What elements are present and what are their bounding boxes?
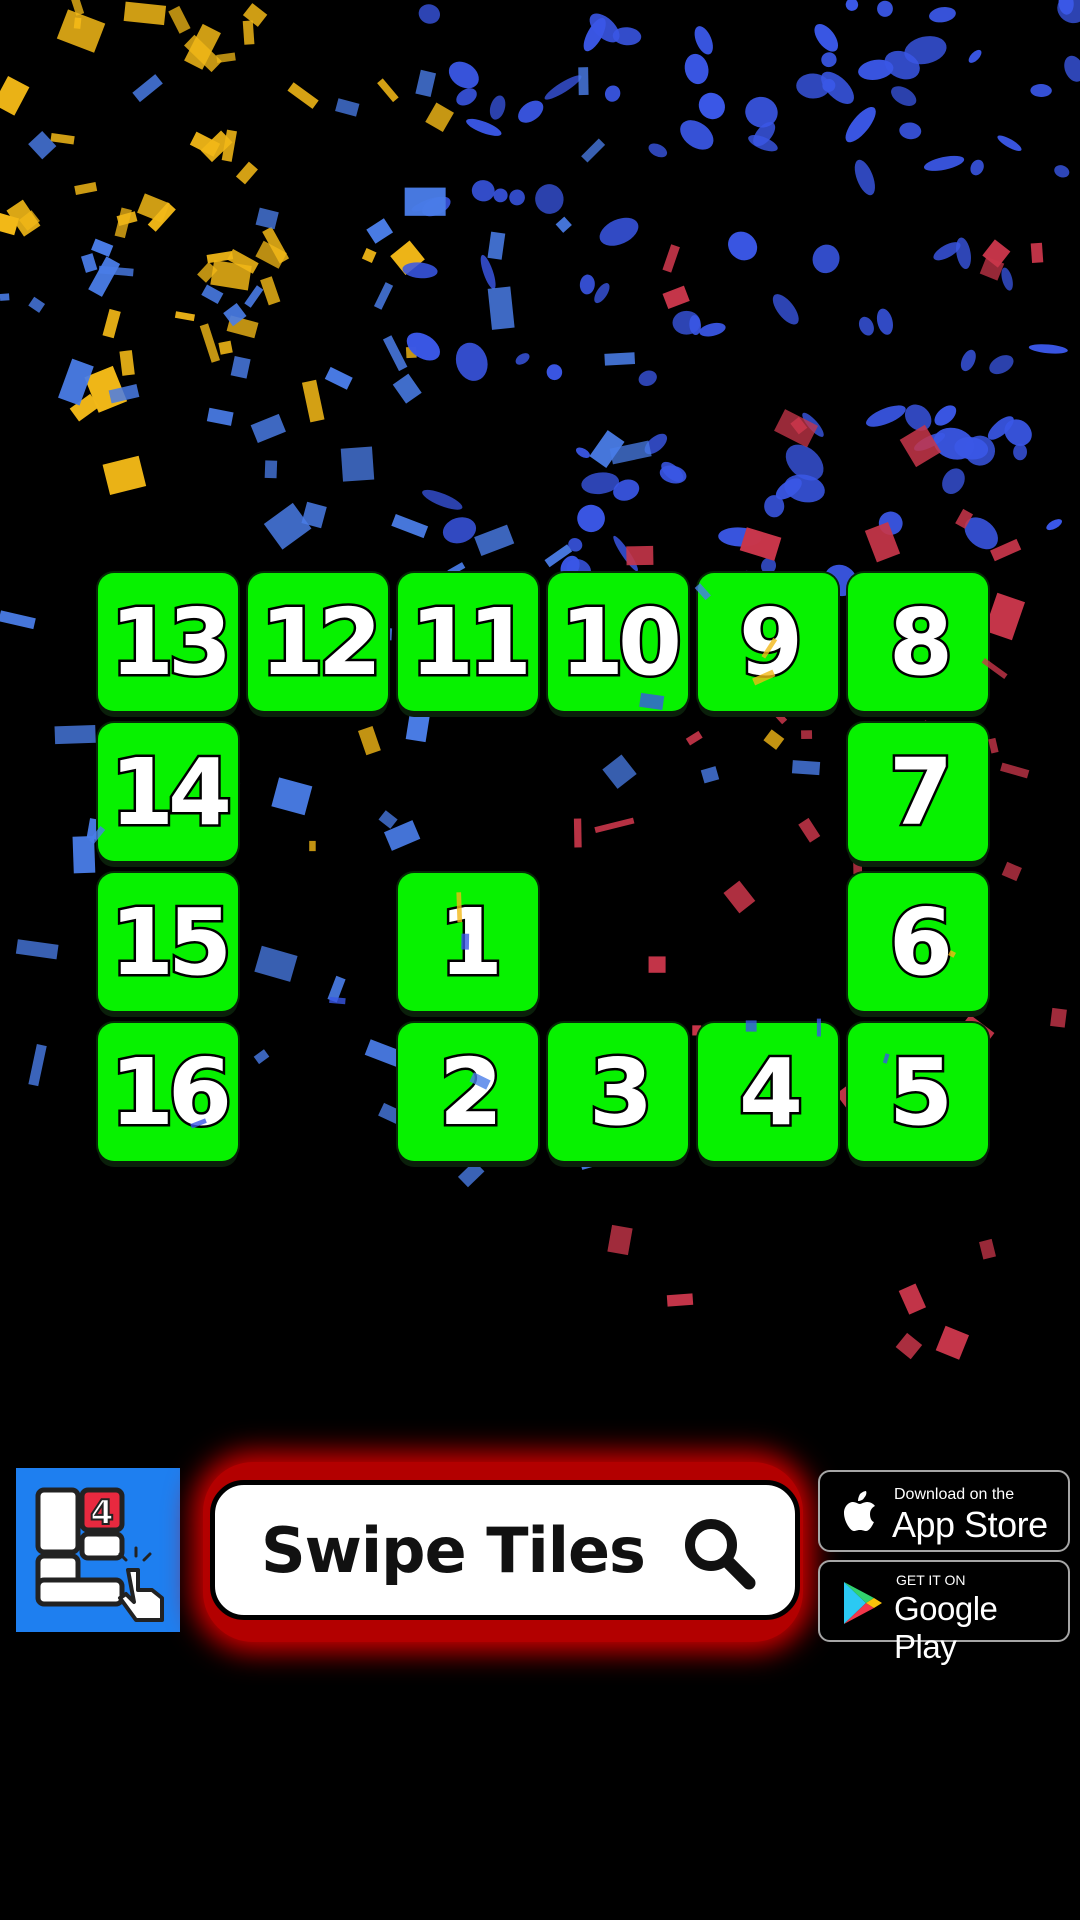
google-play-small-text: GET IT ON	[896, 1572, 966, 1588]
app-icon-badge: 4	[90, 1493, 114, 1533]
app-store-badge[interactable]: Download on the App Store	[818, 1470, 1070, 1552]
tile-8[interactable]: 8	[848, 573, 988, 711]
tile-number: 16	[107, 1039, 234, 1146]
tile-14[interactable]: 14	[98, 723, 238, 861]
tile-number: 15	[107, 889, 234, 996]
google-play-big-text: Google Play	[894, 1590, 998, 1665]
tile-13[interactable]: 13	[98, 573, 238, 711]
tile-9[interactable]: 9	[698, 573, 838, 711]
tile-15[interactable]: 15	[98, 873, 238, 1011]
tile-1[interactable]: 1	[398, 873, 538, 1011]
tile-number: 14	[107, 739, 234, 846]
tile-number: 9	[736, 589, 805, 696]
tile-11[interactable]: 11	[398, 573, 538, 711]
tile-7[interactable]: 7	[848, 723, 988, 861]
app-store-small-text: Download on the	[894, 1486, 1015, 1503]
tile-2[interactable]: 2	[398, 1023, 538, 1161]
tile-number: 3	[586, 1039, 655, 1146]
tile-6[interactable]: 6	[848, 873, 988, 1011]
google-play-badge[interactable]: GET IT ON Google Play	[818, 1560, 1070, 1665]
tile-number: 12	[257, 589, 384, 696]
tile-number: 13	[107, 589, 234, 696]
tile-10[interactable]: 10	[548, 573, 688, 711]
tile-12[interactable]: 12	[248, 573, 388, 711]
search-icon	[685, 1519, 756, 1590]
tile-3[interactable]: 3	[548, 1023, 688, 1161]
tile-number: 1	[436, 889, 505, 996]
tile-number: 4	[736, 1039, 805, 1146]
tile-number: 11	[407, 589, 534, 696]
tile-number: 5	[886, 1039, 955, 1146]
search-button[interactable]: Swipe Tiles	[210, 1480, 800, 1620]
tile-number: 6	[886, 889, 955, 996]
tile-4[interactable]: 4	[698, 1023, 838, 1161]
promo-bar: 4 Swipe Tiles Download on the App Store …	[0, 1462, 1080, 1665]
grid-app-icon: 4	[35, 1487, 164, 1622]
tile-number: 2	[436, 1039, 505, 1146]
tile-5[interactable]: 5	[848, 1023, 988, 1161]
apple-icon	[844, 1491, 875, 1531]
tile-16[interactable]: 16	[98, 1023, 238, 1161]
tile-number: 10	[557, 589, 684, 696]
search-label: Swipe Tiles	[261, 1513, 646, 1587]
app-icon[interactable]: 4	[16, 1468, 180, 1632]
app-store-big-text: App Store	[892, 1504, 1048, 1545]
tile-number: 8	[886, 589, 955, 696]
google-play-icon	[844, 1582, 882, 1624]
tile-number: 7	[886, 739, 955, 846]
